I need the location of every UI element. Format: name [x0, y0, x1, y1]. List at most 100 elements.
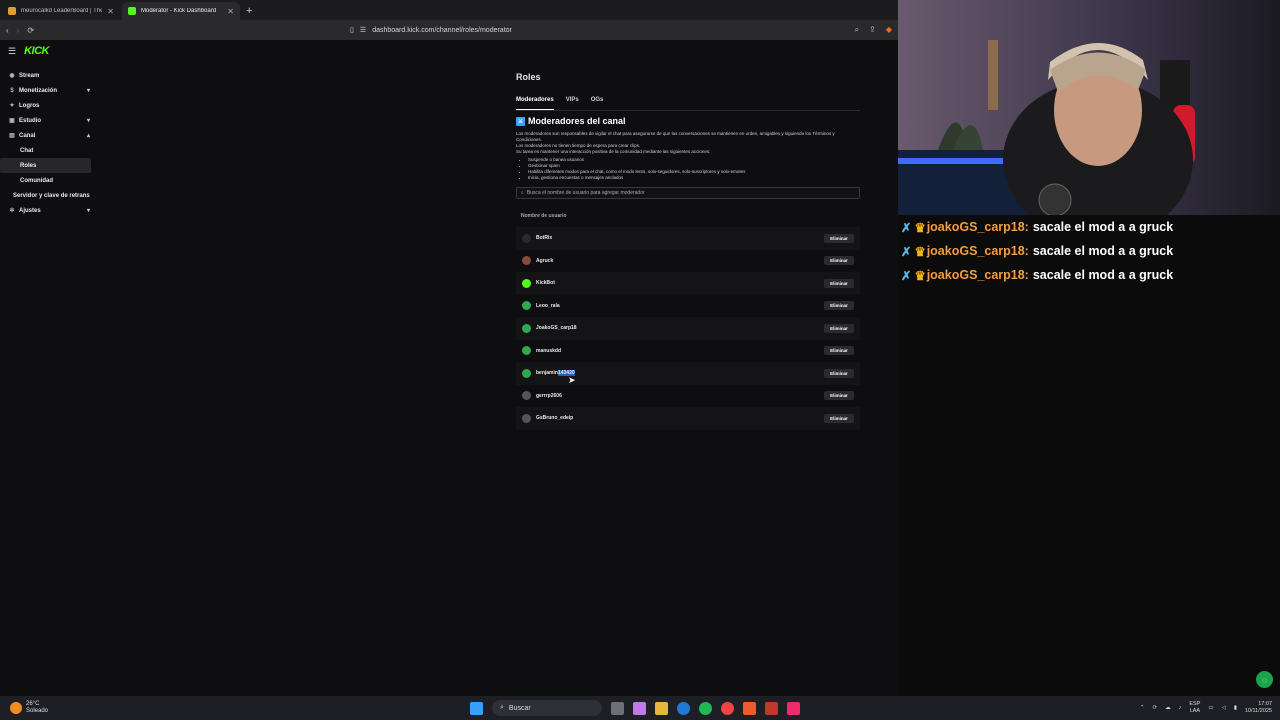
- sidebar-item-estudio[interactable]: ▣ Estudio ▾: [0, 113, 98, 128]
- roles-content: Roles Moderadores VIPs OGs ⚔ Moderadores…: [516, 40, 860, 430]
- windows-start-icon[interactable]: [470, 701, 483, 715]
- close-tab-icon[interactable]: ✕: [227, 7, 234, 16]
- copilot-icon[interactable]: [633, 701, 646, 715]
- temperature: 26°C: [26, 701, 40, 707]
- clock[interactable]: 17:07 10/11/2025: [1245, 701, 1272, 715]
- sidebar-subitem-comunidad[interactable]: Comunidad: [0, 173, 98, 188]
- moderator-name[interactable]: manuskdd: [536, 348, 824, 354]
- table-row: JoakoGS_carp18 Eliminar: [516, 317, 860, 340]
- remove-moderator-button[interactable]: Eliminar: [824, 301, 854, 311]
- remove-moderator-button[interactable]: Eliminar: [824, 391, 854, 401]
- weather-widget[interactable]: 26°C Soleado: [0, 701, 470, 715]
- crown-badge-icon: ♛: [914, 220, 926, 235]
- table-row: gerrrp2606 Eliminar: [516, 385, 860, 408]
- tiktok-icon[interactable]: [787, 701, 800, 715]
- remove-moderator-button[interactable]: Eliminar: [824, 368, 854, 378]
- sidebar-item-label: Monetización: [19, 87, 58, 94]
- sync-icon[interactable]: ⟳: [1153, 705, 1158, 711]
- sidebar-item-servidor[interactable]: Servidor y clave de retrans: [0, 188, 98, 203]
- sidebar-item-label: Logros: [19, 102, 40, 109]
- battery-icon[interactable]: ▮: [1234, 705, 1237, 711]
- add-moderator-search[interactable]: ⌕ Busca el nombre de usuario para agrega…: [516, 187, 860, 199]
- table-row: GsBruno_edeip Eliminar: [516, 407, 860, 430]
- file-explorer-icon[interactable]: [655, 701, 668, 715]
- moderator-name-text: gerrrp2606: [536, 392, 562, 399]
- sidebar-subitem-chat[interactable]: Chat: [0, 143, 98, 158]
- language-indicator[interactable]: ESP LAA: [1189, 701, 1200, 715]
- moderator-name[interactable]: KickBot: [536, 280, 824, 286]
- moderator-name-text: GsBruno_edeip: [536, 415, 574, 422]
- moderator-name[interactable]: benjamin143420: [536, 370, 824, 377]
- chat-bubble-icon[interactable]: ◌: [1256, 671, 1273, 688]
- sidebar-item-monetizacion[interactable]: $ Monetización ▾: [0, 83, 98, 98]
- close-tab-icon[interactable]: ✕: [107, 7, 114, 16]
- moderator-name-text: Leoo_rala: [536, 302, 560, 309]
- back-icon[interactable]: ‹: [6, 26, 9, 35]
- cloud-icon[interactable]: ☁: [1165, 705, 1171, 711]
- zoom-icon[interactable]: ⌕: [855, 25, 859, 35]
- moderator-badge-icon: ✗: [901, 268, 912, 283]
- menu-icon[interactable]: ☰: [8, 46, 16, 57]
- chrome-icon[interactable]: [721, 701, 734, 715]
- remove-moderator-button[interactable]: Eliminar: [824, 323, 854, 333]
- app-icon[interactable]: [765, 701, 778, 715]
- chat-message: ✗ ♛ joakoGS_carp18: sacale el mod a a gruck: [898, 239, 1280, 263]
- chevron-down-icon: ▾: [86, 118, 90, 124]
- sidebar-item-label: Stream: [19, 72, 40, 79]
- monitor-icon[interactable]: ▭: [1208, 705, 1213, 711]
- remove-moderator-button[interactable]: Eliminar: [824, 256, 854, 266]
- remove-moderator-button[interactable]: Eliminar: [824, 278, 854, 288]
- moderator-name-text: BotRix: [536, 235, 553, 242]
- site-info-icon[interactable]: ☰: [360, 26, 366, 34]
- moderator-name[interactable]: GsBruno_edeip: [536, 415, 824, 421]
- brave-icon[interactable]: [743, 701, 756, 715]
- sidebar-item-ajustes[interactable]: ✲ Ajustes ▾: [0, 203, 98, 218]
- moderator-name[interactable]: Agruck: [536, 258, 824, 264]
- mic-icon[interactable]: ♪: [1179, 705, 1182, 711]
- new-tab-icon[interactable]: +: [246, 5, 252, 17]
- chat-username: joakoGS_carp18:: [926, 268, 1029, 282]
- browser-tab-kick-dashboard[interactable]: Moderator - Kick Dashboard ✕: [122, 2, 240, 20]
- moderator-name[interactable]: BotRix: [536, 235, 824, 241]
- sidebar-item-stream[interactable]: ◉ Stream: [0, 68, 98, 83]
- remove-moderator-button[interactable]: Eliminar: [824, 413, 854, 423]
- chat-text: sacale el mod a a gruck: [1032, 220, 1174, 234]
- forward-icon[interactable]: ›: [17, 26, 20, 35]
- remove-moderator-button[interactable]: Eliminar: [824, 346, 854, 356]
- tab-moderadores[interactable]: Moderadores: [516, 97, 554, 110]
- edge-icon[interactable]: [677, 701, 690, 715]
- tab-ogs[interactable]: OGs: [591, 97, 604, 110]
- spotify-icon[interactable]: [699, 701, 712, 715]
- sword-icon: ⚔: [516, 116, 525, 126]
- chevron-up-icon[interactable]: ⌃: [1140, 705, 1145, 711]
- crown-badge-icon: ♛: [914, 268, 926, 283]
- remove-moderator-button[interactable]: Eliminar: [824, 233, 854, 243]
- brave-shield-icon[interactable]: ◆: [886, 25, 892, 35]
- moderator-name[interactable]: Leoo_rala: [536, 303, 824, 309]
- url-field[interactable]: ▯ ☰ dashboard.kick.com/channel/roles/mod…: [350, 26, 847, 35]
- share-icon[interactable]: ⇪: [869, 25, 876, 35]
- browser-tab-leaderboard[interactable]: meurocalkd LeaderBoard | The best ... ✕: [2, 2, 120, 20]
- volume-icon[interactable]: ◁: [1222, 705, 1226, 711]
- sun-icon: [10, 702, 22, 714]
- moderator-name[interactable]: gerrrp2606: [536, 393, 824, 399]
- system-tray: ⌃ ⟳ ☁ ♪ ESP LAA ▭ ◁ ▮ 17:07 10/11/2025: [1140, 701, 1280, 715]
- favicon-icon: [8, 7, 16, 15]
- avatar: [522, 323, 531, 333]
- sidebar-item-label: Servidor y clave de retrans: [13, 192, 90, 199]
- moderator-name[interactable]: JoakoGS_carp18: [536, 325, 824, 331]
- reload-icon[interactable]: ⟳: [27, 26, 34, 35]
- sidebar-item-label: Roles: [20, 162, 37, 169]
- avatar: [522, 278, 531, 288]
- time: 17:07: [1258, 701, 1272, 707]
- task-view-icon[interactable]: [611, 701, 624, 715]
- desc-line: Los moderadores son responsables de vigi…: [516, 131, 835, 142]
- bookmark-icon[interactable]: ▯: [350, 26, 354, 34]
- tab-vips[interactable]: VIPs: [566, 97, 579, 110]
- sidebar-item-canal[interactable]: ▤ Canal ▴: [0, 128, 98, 143]
- kick-logo[interactable]: KICK: [24, 45, 49, 57]
- sidebar-subitem-roles[interactable]: Roles: [0, 158, 91, 173]
- sidebar-item-logros[interactable]: ✦ Logros: [0, 98, 98, 113]
- taskbar-search[interactable]: ⌕ Buscar: [492, 700, 602, 716]
- trophy-icon: ✦: [9, 103, 15, 109]
